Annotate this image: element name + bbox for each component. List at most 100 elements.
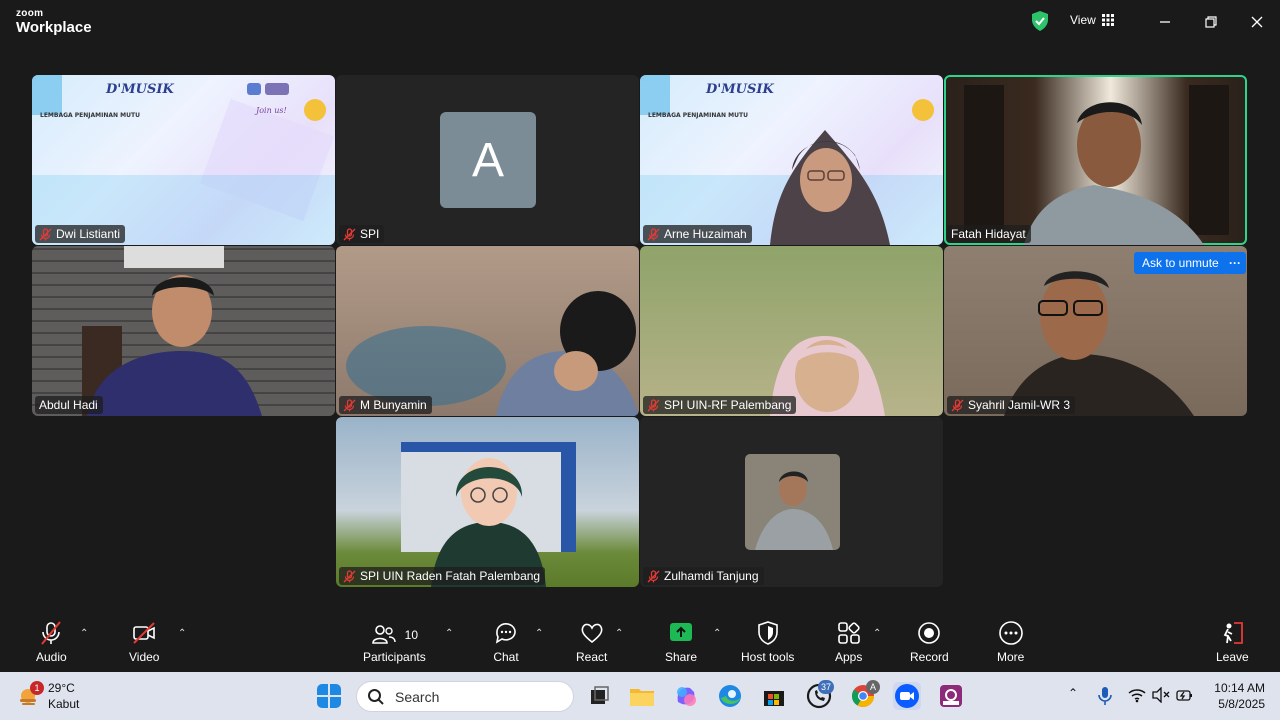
share-screen-icon <box>670 623 693 641</box>
search-icon <box>368 688 384 705</box>
video-tile[interactable]: D'MUSIK LEMBAGA PENJAMINAN MUTU Join us!… <box>32 75 335 245</box>
chat-button[interactable]: Chat <box>493 620 519 664</box>
react-label: React <box>576 650 608 664</box>
mic-muted-icon <box>647 398 660 411</box>
banner-subtitle: LEMBAGA PENJAMINAN MUTU <box>648 112 748 119</box>
participant-name: SPI UIN-RF Palembang <box>664 398 792 412</box>
system-clock[interactable]: 10:14 AM 5/8/2025 <box>1210 680 1265 712</box>
participants-button[interactable]: 10 Participants <box>363 620 426 664</box>
video-label: Video <box>129 650 160 664</box>
restore-icon[interactable] <box>1201 12 1221 32</box>
banner-graphic: D'MUSIK LEMBAGA PENJAMINAN MUTU Join us! <box>32 75 335 245</box>
video-tile[interactable]: M Bunyamin <box>336 246 639 416</box>
more-label: More <box>997 650 1025 664</box>
react-button[interactable]: React <box>576 620 607 664</box>
video-feed: D'MUSIK LEMBAGA PENJAMINAN MUTU <box>640 75 943 245</box>
clock-time: 10:14 AM <box>1214 681 1265 695</box>
heart-icon <box>581 623 603 644</box>
battery-charging-icon[interactable] <box>1176 687 1194 703</box>
tile-more-options-button[interactable]: ··· <box>1224 252 1246 274</box>
record-icon <box>918 622 941 644</box>
video-button[interactable]: Video <box>129 620 159 664</box>
video-tile[interactable]: D'MUSIK LEMBAGA PENJAMINAN MUTU Arne Huz… <box>640 75 943 245</box>
windows-start-icon[interactable] <box>317 684 341 708</box>
video-feed <box>770 336 885 416</box>
pdf-app-icon[interactable] <box>937 682 965 710</box>
weather-condition: Kabut <box>48 697 80 711</box>
share-button[interactable]: Share <box>665 620 697 664</box>
host-tools-button[interactable]: Host tools <box>741 620 794 664</box>
copilot-icon[interactable] <box>672 682 700 710</box>
nameplate: SPI UIN-RF Palembang <box>643 396 797 414</box>
clock-date: 5/8/2025 <box>1218 697 1265 711</box>
weather-widget[interactable]: 1 29°C Kabut <box>16 680 79 712</box>
microphone-icon[interactable] <box>1097 686 1113 706</box>
weather-notification-badge: 1 <box>30 681 44 695</box>
taskbar-search-box[interactable]: Search <box>356 681 574 712</box>
participant-name: Syahril Jamil-WR 3 <box>968 398 1071 412</box>
more-icon <box>998 621 1023 645</box>
video-tile[interactable]: SPI UIN-RF Palembang <box>640 246 943 416</box>
title-bar: zoom Workplace View <box>0 0 1280 44</box>
zoom-workplace-logo: zoom Workplace <box>16 9 92 36</box>
record-button[interactable]: Record <box>910 620 949 664</box>
host-tools-label: Host tools <box>741 650 795 664</box>
task-view-icon[interactable] <box>585 682 613 710</box>
file-explorer-icon[interactable] <box>628 682 656 710</box>
wifi-icon[interactable] <box>1128 687 1146 703</box>
video-options-chevron-icon[interactable]: ⌃ <box>178 628 186 639</box>
avatar: A <box>440 112 536 208</box>
show-hidden-icons-chevron-icon[interactable]: ⌃ <box>1068 686 1078 700</box>
search-placeholder: Search <box>395 688 440 705</box>
nameplate: Syahril Jamil-WR 3 <box>947 396 1076 414</box>
chat-label: Chat <box>493 650 519 664</box>
mic-muted-icon <box>41 621 62 645</box>
more-button[interactable]: More <box>997 620 1024 664</box>
leave-button[interactable]: Leave <box>1216 620 1249 664</box>
participant-name: Abdul Hadi <box>39 398 98 412</box>
share-options-chevron-icon[interactable]: ⌃ <box>713 628 721 639</box>
chat-options-chevron-icon[interactable]: ⌃ <box>535 628 543 639</box>
nameplate: M Bunyamin <box>339 396 432 414</box>
participants-options-chevron-icon[interactable]: ⌃ <box>445 628 453 639</box>
close-icon[interactable] <box>1247 12 1267 32</box>
profile-picture <box>745 454 840 550</box>
chat-icon <box>495 623 516 644</box>
participant-name: SPI <box>360 227 380 241</box>
banner-title: D'MUSIK <box>705 82 774 97</box>
brand-large: Workplace <box>16 19 92 36</box>
ask-to-unmute-button[interactable]: Ask to unmute <box>1134 252 1227 274</box>
weather-icon: 1 <box>16 681 44 708</box>
mic-muted-icon <box>951 398 964 411</box>
video-feed <box>401 442 576 587</box>
banner-join: Join us! <box>254 106 287 115</box>
os-taskbar: 1 29°C Kabut Search 37 A ⌃ 10:14 AM 5/8/… <box>0 672 1280 720</box>
camera-off-icon <box>133 622 156 644</box>
temperature: 29°C <box>48 681 75 695</box>
nameplate: Arne Huzaimah <box>643 225 752 243</box>
mic-muted-icon <box>343 569 356 582</box>
edge-browser-icon[interactable] <box>716 682 744 710</box>
banner-title: D'MUSIK <box>105 82 174 97</box>
microsoft-store-icon[interactable] <box>760 682 788 710</box>
video-tile[interactable]: A SPI <box>336 75 639 245</box>
audio-options-chevron-icon[interactable]: ⌃ <box>80 628 88 639</box>
react-options-chevron-icon[interactable]: ⌃ <box>615 628 623 639</box>
audio-button[interactable]: Audio <box>36 620 67 664</box>
zoom-app-icon[interactable] <box>893 682 921 710</box>
view-button[interactable]: View <box>1070 13 1114 27</box>
minimize-icon[interactable] <box>1155 12 1175 32</box>
apps-button[interactable]: Apps <box>835 620 862 664</box>
whatsapp-unread-badge: 37 <box>818 680 835 694</box>
encryption-shield-icon[interactable] <box>1031 11 1049 31</box>
video-tile[interactable]: Zulhamdi Tanjung <box>640 417 943 587</box>
participant-name: Dwi Listianti <box>56 227 121 241</box>
video-feed <box>964 85 1229 245</box>
participant-name: Arne Huzaimah <box>664 227 747 241</box>
video-tile[interactable]: SPI UIN Raden Fatah Palembang <box>336 417 639 587</box>
video-tile[interactable]: Abdul Hadi <box>32 246 335 416</box>
video-tile-active-speaker[interactable]: Fatah Hidayat <box>944 75 1247 245</box>
apps-options-chevron-icon[interactable]: ⌃ <box>873 628 881 639</box>
participants-label: Participants <box>363 650 426 664</box>
volume-muted-icon[interactable] <box>1152 687 1170 703</box>
